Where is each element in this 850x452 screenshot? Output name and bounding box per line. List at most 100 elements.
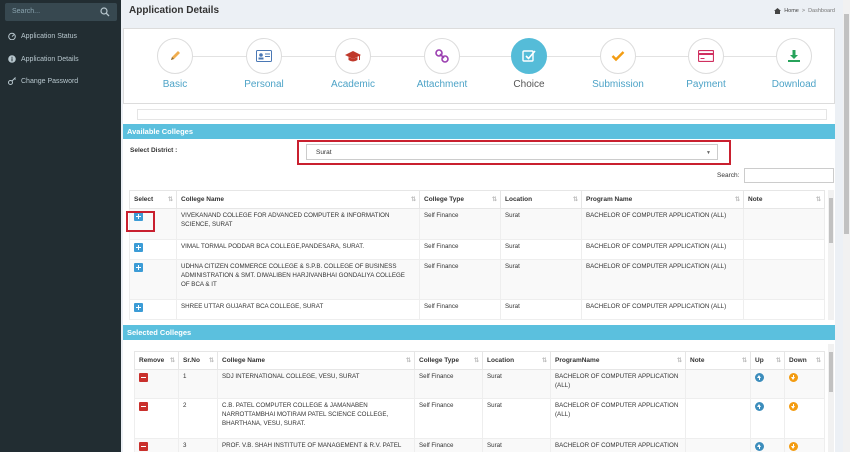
- move-down-icon[interactable]: [789, 373, 798, 382]
- step-circle[interactable]: [424, 38, 460, 74]
- remove-college-button[interactable]: [139, 442, 148, 451]
- college-name: VIMAL TORMAL PODDAR BCA COLLEGE,PANDESAR…: [176, 239, 420, 260]
- page-title: Application Details: [129, 5, 220, 16]
- dashboard-icon: [8, 32, 16, 40]
- col-header-college-name[interactable]: College Name ⇅: [176, 190, 420, 209]
- college-location: Surat: [500, 208, 582, 240]
- col-header-college-name[interactable]: College Name ⇅: [217, 351, 415, 370]
- college-type: Self Finance: [419, 208, 501, 240]
- step-circle[interactable]: [246, 38, 282, 74]
- breadcrumb-current: Dashboard: [808, 8, 835, 14]
- graduation-cap-icon: [345, 50, 361, 61]
- step-choice[interactable]: Choice: [489, 38, 569, 90]
- college-type: Self Finance: [419, 299, 501, 320]
- college-note: [685, 398, 751, 439]
- col-header-remove[interactable]: Remove ⇅: [134, 351, 179, 370]
- district-select[interactable]: Surat ▼: [306, 144, 718, 160]
- col-header-select[interactable]: Select ⇅: [129, 190, 177, 209]
- step-label: Download: [771, 79, 817, 90]
- available-colleges-table: Select ⇅ College Name ⇅ College Type ⇅ Loca…: [129, 190, 825, 320]
- sidebar-item-label: Application Details: [21, 56, 79, 63]
- college-location: Surat: [500, 299, 582, 320]
- move-down-icon[interactable]: [789, 442, 798, 451]
- remove-college-button[interactable]: [139, 402, 148, 411]
- program-name: BACHELOR OF COMPUTER APPLICATION (ALL): [550, 369, 686, 399]
- section-title: Available Colleges: [127, 127, 193, 136]
- step-personal[interactable]: Personal: [224, 38, 304, 90]
- college-location: Surat: [482, 398, 551, 439]
- step-circle[interactable]: [688, 38, 724, 74]
- step-circle[interactable]: [335, 38, 371, 74]
- add-college-button[interactable]: [134, 263, 143, 272]
- step-label: Personal: [244, 79, 284, 90]
- breadcrumb-home[interactable]: Home: [784, 8, 799, 14]
- col-header-note[interactable]: Note ⇅: [685, 351, 751, 370]
- progress-bar: [137, 109, 827, 120]
- step-circle[interactable]: [157, 38, 193, 74]
- breadcrumb: Home > Dashboard: [774, 8, 835, 14]
- step-circle[interactable]: [600, 38, 636, 74]
- step-payment[interactable]: Payment: [666, 38, 746, 90]
- section-title: Selected Colleges: [127, 328, 192, 337]
- move-up-icon[interactable]: [755, 442, 764, 451]
- remove-college-button[interactable]: [139, 373, 148, 382]
- table-search-label: Search:: [717, 172, 740, 179]
- col-header-location[interactable]: Location ⇅: [500, 190, 582, 209]
- col-header-program-name[interactable]: Program Name ⇅: [581, 190, 744, 209]
- sr-no: 1: [178, 369, 218, 399]
- add-college-button[interactable]: [134, 303, 143, 312]
- col-header-note[interactable]: Note ⇅: [743, 190, 825, 209]
- table-search-input[interactable]: [744, 168, 834, 183]
- col-header-sr-no[interactable]: Sr.No ⇅: [178, 351, 218, 370]
- col-header-location[interactable]: Location ⇅: [482, 351, 551, 370]
- table-row: VIVEKANAND COLLEGE FOR ADVANCED COMPUTER…: [129, 208, 825, 240]
- available-scrollbar[interactable]: [828, 190, 834, 320]
- search-icon[interactable]: [100, 7, 110, 17]
- move-down-icon[interactable]: [789, 402, 798, 411]
- selected-scrollbar[interactable]: [828, 344, 834, 452]
- selected-colleges-header: Selected Colleges: [123, 325, 835, 340]
- step-label: Choice: [513, 79, 545, 90]
- college-location: Surat: [500, 259, 582, 300]
- table-row: UDHNA CITIZEN COMMERCE COLLEGE & S.P.B. …: [129, 259, 825, 300]
- checkmark-icon: [611, 51, 625, 62]
- sidebar-item-change-password[interactable]: Change Password: [0, 72, 121, 92]
- step-submission[interactable]: Submission: [578, 38, 658, 90]
- search-placeholder: Search...: [12, 8, 41, 15]
- step-academic[interactable]: Academic: [313, 38, 393, 90]
- college-note: [743, 208, 825, 240]
- table-row: 1 SDJ INTERNATIONAL COLLEGE, VESU, SURAT…: [134, 369, 825, 399]
- col-header-up[interactable]: Up ⇅: [750, 351, 785, 370]
- sidebar-item-application-status[interactable]: Application Status: [0, 27, 121, 47]
- move-up-icon[interactable]: [755, 373, 764, 382]
- step-circle[interactable]: [776, 38, 812, 74]
- step-attachment[interactable]: Attachment: [402, 38, 482, 90]
- sidebar-item-label: Application Status: [21, 33, 78, 40]
- college-note: [743, 259, 825, 300]
- sidebar-search-input[interactable]: Search...: [5, 3, 117, 21]
- col-header-college-type[interactable]: College Type ⇅: [414, 351, 483, 370]
- col-header-college-type[interactable]: College Type ⇅: [419, 190, 501, 209]
- select-highlight: [126, 211, 155, 232]
- link-icon: [435, 49, 449, 63]
- college-type: Self Finance: [414, 438, 483, 452]
- breadcrumb-separator: >: [801, 8, 806, 14]
- program-name: BACHELOR OF COMPUTER APPLICATION: [550, 438, 686, 452]
- checkbox-icon: [522, 50, 536, 62]
- move-up-icon[interactable]: [755, 402, 764, 411]
- step-basic[interactable]: Basic: [135, 38, 215, 90]
- college-type: Self Finance: [414, 369, 483, 399]
- sr-no: 3: [178, 438, 218, 452]
- col-header-program-name[interactable]: ProgramName ⇅: [550, 351, 686, 370]
- add-college-button[interactable]: [134, 243, 143, 252]
- table-row: VIMAL TORMAL PODDAR BCA COLLEGE,PANDESAR…: [129, 239, 825, 260]
- step-download[interactable]: Download: [754, 38, 834, 90]
- step-circle-active[interactable]: [511, 38, 547, 74]
- college-location: Surat: [500, 239, 582, 260]
- info-icon: [8, 55, 16, 63]
- page-scrollbar[interactable]: [843, 0, 850, 452]
- sidebar-item-application-details[interactable]: Application Details: [0, 50, 121, 70]
- col-header-down[interactable]: Down ⇅: [784, 351, 825, 370]
- home-icon: [774, 8, 782, 14]
- choice-panel: Available Colleges Select District : Sur…: [123, 104, 835, 452]
